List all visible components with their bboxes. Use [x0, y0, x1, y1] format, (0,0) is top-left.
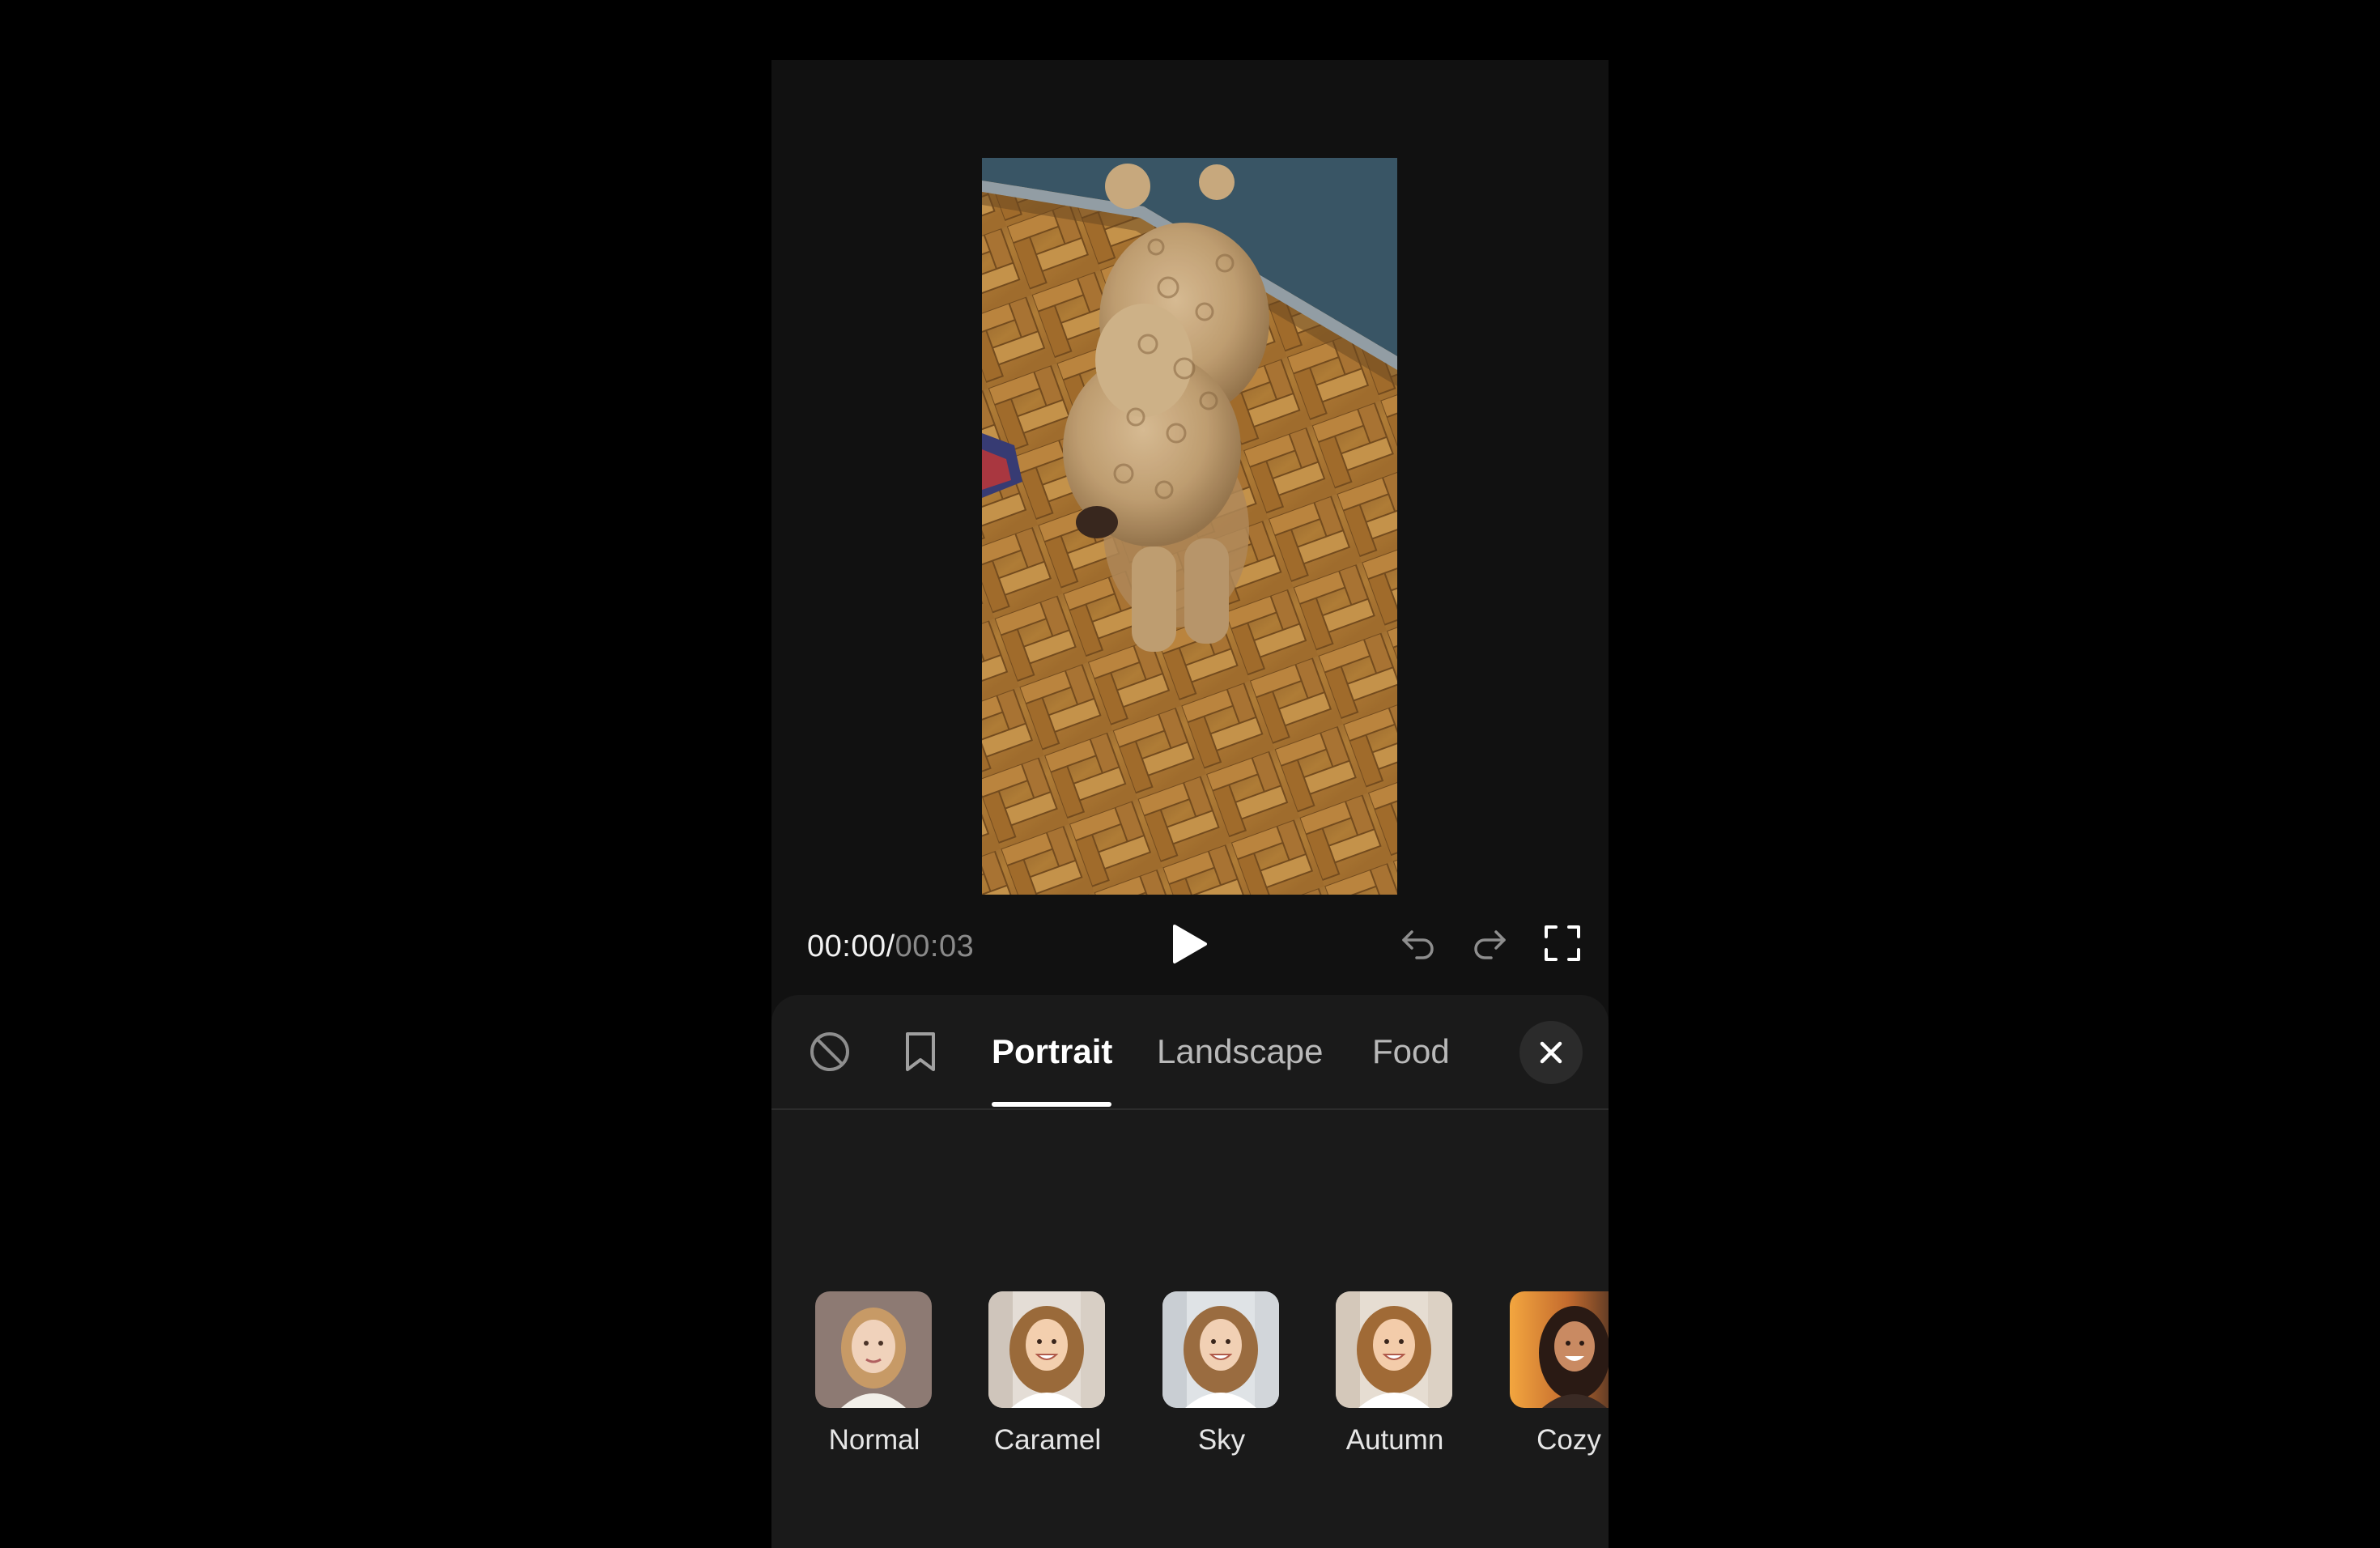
filter-label: Cozy: [1536, 1424, 1601, 1456]
video-preview[interactable]: [982, 158, 1397, 895]
portrait-thumbnail-image: [988, 1291, 1105, 1408]
portrait-thumbnail-image: [1510, 1291, 1609, 1408]
filter-panel: Portrait Landscape Food Normal Caramel S…: [771, 995, 1609, 1548]
filter-thumbnail: [1162, 1291, 1279, 1408]
filter-item-cozy[interactable]: Cozy: [1510, 1291, 1609, 1457]
timecode: 00:00/00:03: [807, 927, 974, 966]
filter-item-normal[interactable]: Normal: [815, 1291, 933, 1457]
filter-item-caramel[interactable]: Caramel: [988, 1291, 1107, 1457]
filter-label: Caramel: [993, 1424, 1102, 1456]
fullscreen-icon: [1545, 925, 1580, 961]
filter-label: Autumn: [1345, 1424, 1444, 1456]
video-editor-app: 00:00/00:03 Portrait Landscape Food Norm…: [771, 60, 1609, 1548]
time-separator: /: [886, 929, 895, 963]
undo-icon: [1402, 930, 1434, 959]
play-icon: [1173, 925, 1207, 963]
redo-icon: [1474, 930, 1506, 959]
filter-list: Normal Caramel Sky Autumn Cozy: [771, 995, 1609, 1548]
portrait-thumbnail-image: [815, 1291, 932, 1408]
dog-video-frame-image: [982, 158, 1397, 895]
redo-button[interactable]: [1468, 921, 1511, 965]
current-time: 00:00: [807, 929, 886, 963]
filter-item-autumn[interactable]: Autumn: [1336, 1291, 1454, 1457]
portrait-thumbnail-image: [1162, 1291, 1279, 1408]
fullscreen-button[interactable]: [1541, 921, 1584, 965]
portrait-thumbnail-image: [1336, 1291, 1452, 1408]
filter-thumbnail: [988, 1291, 1105, 1408]
undo-button[interactable]: [1396, 921, 1440, 965]
filter-thumbnail: [815, 1291, 932, 1408]
filter-label: Sky: [1197, 1424, 1246, 1456]
duration: 00:03: [895, 929, 975, 963]
filter-item-sky[interactable]: Sky: [1162, 1291, 1281, 1457]
filter-thumbnail: [1510, 1291, 1609, 1408]
play-button[interactable]: [1163, 918, 1215, 970]
filter-label: Normal: [828, 1424, 920, 1456]
filter-thumbnail: [1336, 1291, 1452, 1408]
